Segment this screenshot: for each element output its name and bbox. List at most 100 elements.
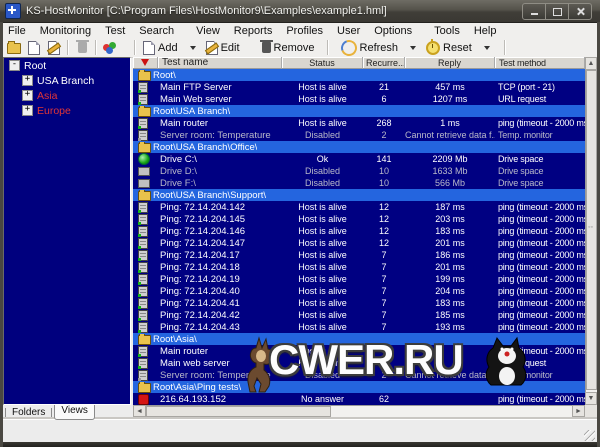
test-reply: 1207 ms [405, 94, 495, 104]
table-row[interactable]: Drive C:\Ok1412209 MbDrive space [133, 153, 585, 165]
tree-item-europe[interactable]: +Europe [4, 103, 130, 118]
table-row[interactable]: Ping: 72.14.204.19Host is alive7199 mspi… [133, 273, 585, 285]
new-file-button[interactable] [24, 39, 44, 56]
column-rec[interactable]: Recurre... [363, 57, 405, 69]
table-row[interactable]: Drive F:\Disabled10566 MbDrive space [133, 177, 585, 189]
test-method: ping (timeout - 2000 ms) [495, 322, 585, 332]
test-method: URL request [495, 358, 585, 368]
title-bar[interactable]: KS-HostMonitor [C:\Program Files\HostMon… [0, 0, 600, 23]
import-button[interactable] [44, 39, 64, 56]
colors-button[interactable] [100, 39, 120, 56]
table-row[interactable]: Ping: 72.14.204.17Host is alive7186 mspi… [133, 249, 585, 261]
add-dropdown-arrow-icon[interactable] [190, 46, 196, 50]
collapse-icon[interactable]: - [9, 60, 20, 71]
folder-row[interactable]: Root\USA Branch\ [133, 105, 585, 117]
menu-test[interactable]: Test [98, 25, 132, 37]
folder-path: Root\ [151, 70, 176, 81]
column-status[interactable]: Status [282, 57, 363, 69]
menu-help[interactable]: Help [467, 25, 504, 37]
column-priority[interactable] [133, 57, 158, 69]
server-ok-icon [138, 118, 148, 129]
menu-tools[interactable]: Tools [427, 25, 467, 37]
horizontal-scroll-thumb[interactable] [146, 406, 331, 417]
table-row[interactable]: Main routerHost is alive2681 msping (tim… [133, 117, 585, 129]
delete-button-disabled[interactable] [72, 39, 92, 56]
menu-view[interactable]: View [189, 25, 227, 37]
expand-icon[interactable]: + [22, 105, 33, 116]
edit-label: Edit [221, 42, 240, 54]
scroll-left-button[interactable]: ◄ [133, 405, 146, 417]
scroll-right-button[interactable]: ► [572, 405, 585, 417]
menu-monitoring[interactable]: Monitoring [33, 25, 98, 37]
refresh-button[interactable]: Refresh [337, 39, 403, 56]
maximize-button[interactable] [545, 3, 569, 20]
table-row[interactable]: Ping: 72.14.204.146Host is alive12183 ms… [133, 225, 585, 237]
expand-icon[interactable]: + [22, 75, 33, 86]
folder-row[interactable]: Root\Asia\ [133, 333, 585, 345]
menu-search[interactable]: Search [132, 25, 181, 37]
menu-reports[interactable]: Reports [227, 25, 280, 37]
test-recurrences: 12 [363, 238, 405, 248]
add-button[interactable]: Add [139, 39, 182, 56]
table-row[interactable]: Ping: 72.14.204.145Host is alive12203 ms… [133, 213, 585, 225]
test-status: Host is alive [282, 274, 363, 284]
folder-icon [138, 335, 151, 345]
table-row[interactable]: Ping: 72.14.204.18Host is alive7201 mspi… [133, 261, 585, 273]
column-reply[interactable]: Reply [405, 57, 495, 69]
test-status: Host is alive [282, 250, 363, 260]
tree-item-root[interactable]: -Root [4, 58, 130, 73]
table-row[interactable]: Main Web serverHost is alive61207 msURL … [133, 93, 585, 105]
reset-button[interactable]: Reset [422, 39, 476, 56]
table-row[interactable]: Server room: TemperatureDisabled2Cannot … [133, 129, 585, 141]
folder-icon [138, 383, 151, 393]
minimize-button[interactable] [522, 3, 546, 20]
resize-grip[interactable] [584, 430, 595, 441]
table-row[interactable]: Ping: 72.14.204.142Host is alive12187 ms… [133, 201, 585, 213]
edit-button[interactable]: Edit [202, 39, 244, 56]
remove-button[interactable]: Remove [258, 39, 319, 56]
table-row[interactable]: 216.64.193.152No answer62ping (timeout -… [133, 393, 585, 405]
table-row[interactable]: Server room: TemperatureDisabled2Cannot … [133, 369, 585, 381]
test-method: Temp. monitor [495, 370, 585, 380]
table-row[interactable]: Ping: 72.14.204.40Host is alive7204 mspi… [133, 285, 585, 297]
table-row[interactable]: Ping: 72.14.204.147Host is alive12201 ms… [133, 237, 585, 249]
folder-row[interactable]: Root\USA Branch\Support\ [133, 189, 585, 201]
app-window: KS-HostMonitor [C:\Program Files\HostMon… [0, 0, 600, 447]
server-ok-icon [138, 214, 148, 225]
menu-user[interactable]: User [330, 25, 367, 37]
table-row[interactable]: Main web serverHost is aliveURL request [133, 357, 585, 369]
table-row[interactable]: Main FTP ServerHost is alive21457 msTCP … [133, 81, 585, 93]
test-status: Disabled [282, 166, 363, 176]
table-row[interactable]: Ping: 72.14.204.41Host is alive7183 mspi… [133, 297, 585, 309]
tree-item-asia[interactable]: +Asia [4, 88, 130, 103]
refresh-dropdown-arrow-icon[interactable] [410, 46, 416, 50]
menu-file[interactable]: File [1, 25, 33, 37]
test-reply: 204 ms [405, 286, 495, 296]
close-button[interactable] [568, 3, 592, 20]
table-row[interactable]: Ping: 72.14.204.43Host is alive7193 mspi… [133, 321, 585, 333]
test-recurrences: 6 [363, 94, 405, 104]
folder-row[interactable]: Root\Asia\Ping tests\ [133, 381, 585, 393]
new-folder-button[interactable] [4, 39, 24, 56]
scroll-up-button[interactable]: ▲ [585, 57, 597, 70]
server-ok-icon [138, 82, 148, 93]
scroll-down-button[interactable]: ▼ [585, 392, 597, 405]
menu-options[interactable]: Options [367, 25, 419, 37]
expand-icon[interactable]: + [22, 90, 33, 101]
column-name[interactable]: Test name [158, 57, 282, 69]
folder-row[interactable]: Root\ [133, 69, 585, 81]
table-row[interactable]: Main routerHost is aliveping (timeout - … [133, 345, 585, 357]
table-row[interactable]: Ping: 72.14.204.42Host is alive7185 mspi… [133, 309, 585, 321]
tree-item-usa-branch[interactable]: +USA Branch [4, 73, 130, 88]
toolbar-separator [504, 40, 506, 55]
table-row[interactable]: Drive D:\Disabled101633 MbDrive space [133, 165, 585, 177]
test-name: 216.64.193.152 [158, 394, 282, 405]
folder-row[interactable]: Root\USA Branch\Office\ [133, 141, 585, 153]
test-reply: 187 ms [405, 202, 495, 212]
tab-views[interactable]: Views [54, 405, 95, 420]
column-method[interactable]: Test method [495, 57, 585, 69]
test-recurrences: 141 [363, 154, 405, 164]
reset-dropdown-arrow-icon[interactable] [484, 46, 490, 50]
vertical-scroll-thumb[interactable] [586, 70, 597, 390]
menu-profiles[interactable]: Profiles [279, 25, 330, 37]
